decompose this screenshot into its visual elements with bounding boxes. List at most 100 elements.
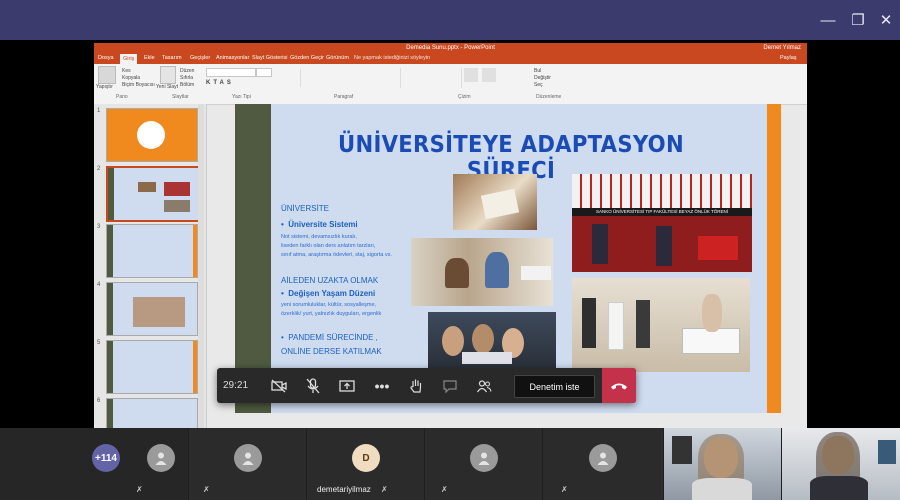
thumb-number: 3 <box>97 224 101 230</box>
camera-off-icon <box>271 379 287 392</box>
slide-thumbnail-3[interactable] <box>106 224 198 278</box>
select-button[interactable]: Seç <box>534 82 543 88</box>
paste-button[interactable]: Yapıştır <box>96 84 113 90</box>
tree-bark-decoration <box>235 104 271 413</box>
participant-tile[interactable]: ✗ <box>189 428 306 500</box>
copy-button[interactable]: Kopyala <box>122 75 140 81</box>
thumb-number: 2 <box>97 166 101 172</box>
tab-slideshow[interactable]: Slayt Gösterisi <box>252 55 287 61</box>
shapes-gallery[interactable] <box>400 68 462 88</box>
bullet-text: Üniversite Sistemi <box>288 220 358 229</box>
raise-hand-icon <box>410 379 422 393</box>
tab-insert[interactable]: Ekle <box>144 55 155 61</box>
slide-thumbnail-6[interactable] <box>106 398 198 428</box>
raise-hand-button[interactable] <box>401 368 431 403</box>
font-size-box[interactable] <box>256 68 272 77</box>
group-drawing: Çizim <box>458 94 471 100</box>
person-icon <box>597 452 609 465</box>
tab-animations[interactable]: Animasyonlar <box>216 55 249 61</box>
paragraph-controls[interactable] <box>300 69 371 87</box>
new-slide-icon[interactable] <box>160 66 176 84</box>
tab-design[interactable]: Tasarım <box>162 55 182 61</box>
section-button[interactable]: Bölüm <box>180 82 194 88</box>
more-actions-button[interactable]: ••• <box>367 368 397 403</box>
bullet-university-system: • Üniversite Sistemi <box>281 220 358 229</box>
format-painter-button[interactable]: Biçim Boyacısı <box>122 82 155 88</box>
participant-tile[interactable]: ✗ <box>425 428 542 500</box>
hang-up-icon <box>611 383 627 389</box>
tab-view[interactable]: Görünüm <box>326 55 349 61</box>
share-button[interactable]: Paylaş <box>780 55 797 61</box>
find-button[interactable]: Bul <box>534 68 541 74</box>
ppt-title-bar: Demedia Sunu.pptx - PowerPoint Demet Yıl… <box>94 43 807 54</box>
new-slide-button[interactable]: Yeni Slayt <box>156 84 178 90</box>
slide-thumbnails-pane: 1 2 3 4 5 6 <box>94 104 207 428</box>
tab-transitions[interactable]: Geçişler <box>190 55 210 61</box>
teams-title-bar: — ❐ ✕ <box>0 0 900 40</box>
person-icon <box>155 452 167 465</box>
overflow-participants-badge[interactable]: +114 <box>92 444 120 472</box>
font-name-box[interactable] <box>206 68 256 77</box>
meeting-timer: 29:21 <box>223 380 249 391</box>
mic-off-icon: ✗ <box>441 485 448 494</box>
avatar: D <box>352 444 380 472</box>
mute-button[interactable] <box>298 368 328 403</box>
participant-tile[interactable]: ✗ <box>543 428 663 500</box>
mic-off-icon: ✗ <box>203 485 210 494</box>
ceremony-banner-text: SANKO ÜNİVERSİTESİ TIP FAKÜLTESİ BEYAZ Ö… <box>572 208 752 216</box>
group-slides: Slaytlar <box>172 94 189 100</box>
thumb-number: 4 <box>97 282 101 288</box>
tab-review[interactable]: Gözden Geçir <box>290 55 324 61</box>
slide-canvas: ÜNİVERSİTEYE ADAPTASYON SÜRECİ ÜNİVERSİT… <box>235 104 781 413</box>
tab-file[interactable]: Dosya <box>98 55 114 61</box>
leave-call-button[interactable] <box>602 368 636 403</box>
participant-video[interactable] <box>782 428 900 500</box>
slide-thumbnail-1[interactable] <box>106 108 198 162</box>
layout-button[interactable]: Düzen <box>180 68 194 74</box>
mic-off-icon: ✗ <box>381 485 388 494</box>
slide-thumbnail-2[interactable] <box>106 166 200 222</box>
thumb-number: 6 <box>97 398 101 404</box>
group-clipboard: Pano <box>116 94 128 100</box>
person-icon <box>478 452 490 465</box>
arrange-icon[interactable] <box>464 68 478 82</box>
chat-button[interactable] <box>435 368 465 403</box>
thumb-number: 1 <box>97 108 101 114</box>
tell-me-search[interactable]: Ne yapmak istediğinizi söyleyin <box>354 55 430 61</box>
participant-tile[interactable]: D demetariyilmaz ✗ <box>307 428 424 500</box>
meeting-toolbar: 29:21 ••• Denetim iste <box>217 368 636 403</box>
avatar <box>470 444 498 472</box>
photo-dorm-room <box>411 238 553 306</box>
photo-books <box>453 174 537 230</box>
participant-video[interactable] <box>664 428 781 500</box>
participant-name: demetariyilmaz <box>317 485 371 494</box>
quick-styles-icon[interactable] <box>482 68 496 82</box>
people-icon <box>476 379 492 392</box>
close-button[interactable]: ✕ <box>870 0 900 40</box>
participants-button[interactable] <box>469 368 499 403</box>
camera-off-button[interactable] <box>264 368 294 403</box>
bullet-text: PANDEMİ SÜRECİNDE , <box>288 333 378 342</box>
tab-home[interactable]: Giriş <box>120 54 138 64</box>
minimize-button[interactable]: — <box>812 0 844 40</box>
bullet-pandemic-cont: ONLİNE DERSE KATILMAK <box>281 347 382 356</box>
participant-gallery: +114 ✗ ✗ D demetariyilmaz ✗ ✗ ✗ <box>0 428 900 500</box>
share-tray-button[interactable] <box>332 368 362 403</box>
slide-thumbnail-5[interactable] <box>106 340 198 394</box>
group-font: Yazı Tipi <box>232 94 251 100</box>
bullet-text: Değişen Yaşam Düzeni <box>288 289 376 298</box>
paste-icon[interactable] <box>98 66 116 84</box>
thumbnail-scrollbar[interactable] <box>198 104 204 428</box>
replace-button[interactable]: Değiştir <box>534 75 551 81</box>
participant-tile[interactable]: +114 ✗ <box>0 428 188 500</box>
text-line: liseden farklı olan ders anlatım tarzlar… <box>281 243 376 249</box>
font-format-icons[interactable]: KTAS <box>206 80 234 86</box>
bullet-pandemic: • PANDEMİ SÜRECİNDE , <box>281 333 378 342</box>
cut-button[interactable]: Kes <box>122 68 131 74</box>
slide-thumbnail-4[interactable] <box>106 282 198 336</box>
group-paragraph: Paragraf <box>334 94 354 100</box>
request-control-button[interactable]: Denetim iste <box>514 375 595 398</box>
avatar <box>147 444 175 472</box>
chat-icon <box>443 379 457 393</box>
reset-button[interactable]: Sıfırla <box>180 75 193 81</box>
